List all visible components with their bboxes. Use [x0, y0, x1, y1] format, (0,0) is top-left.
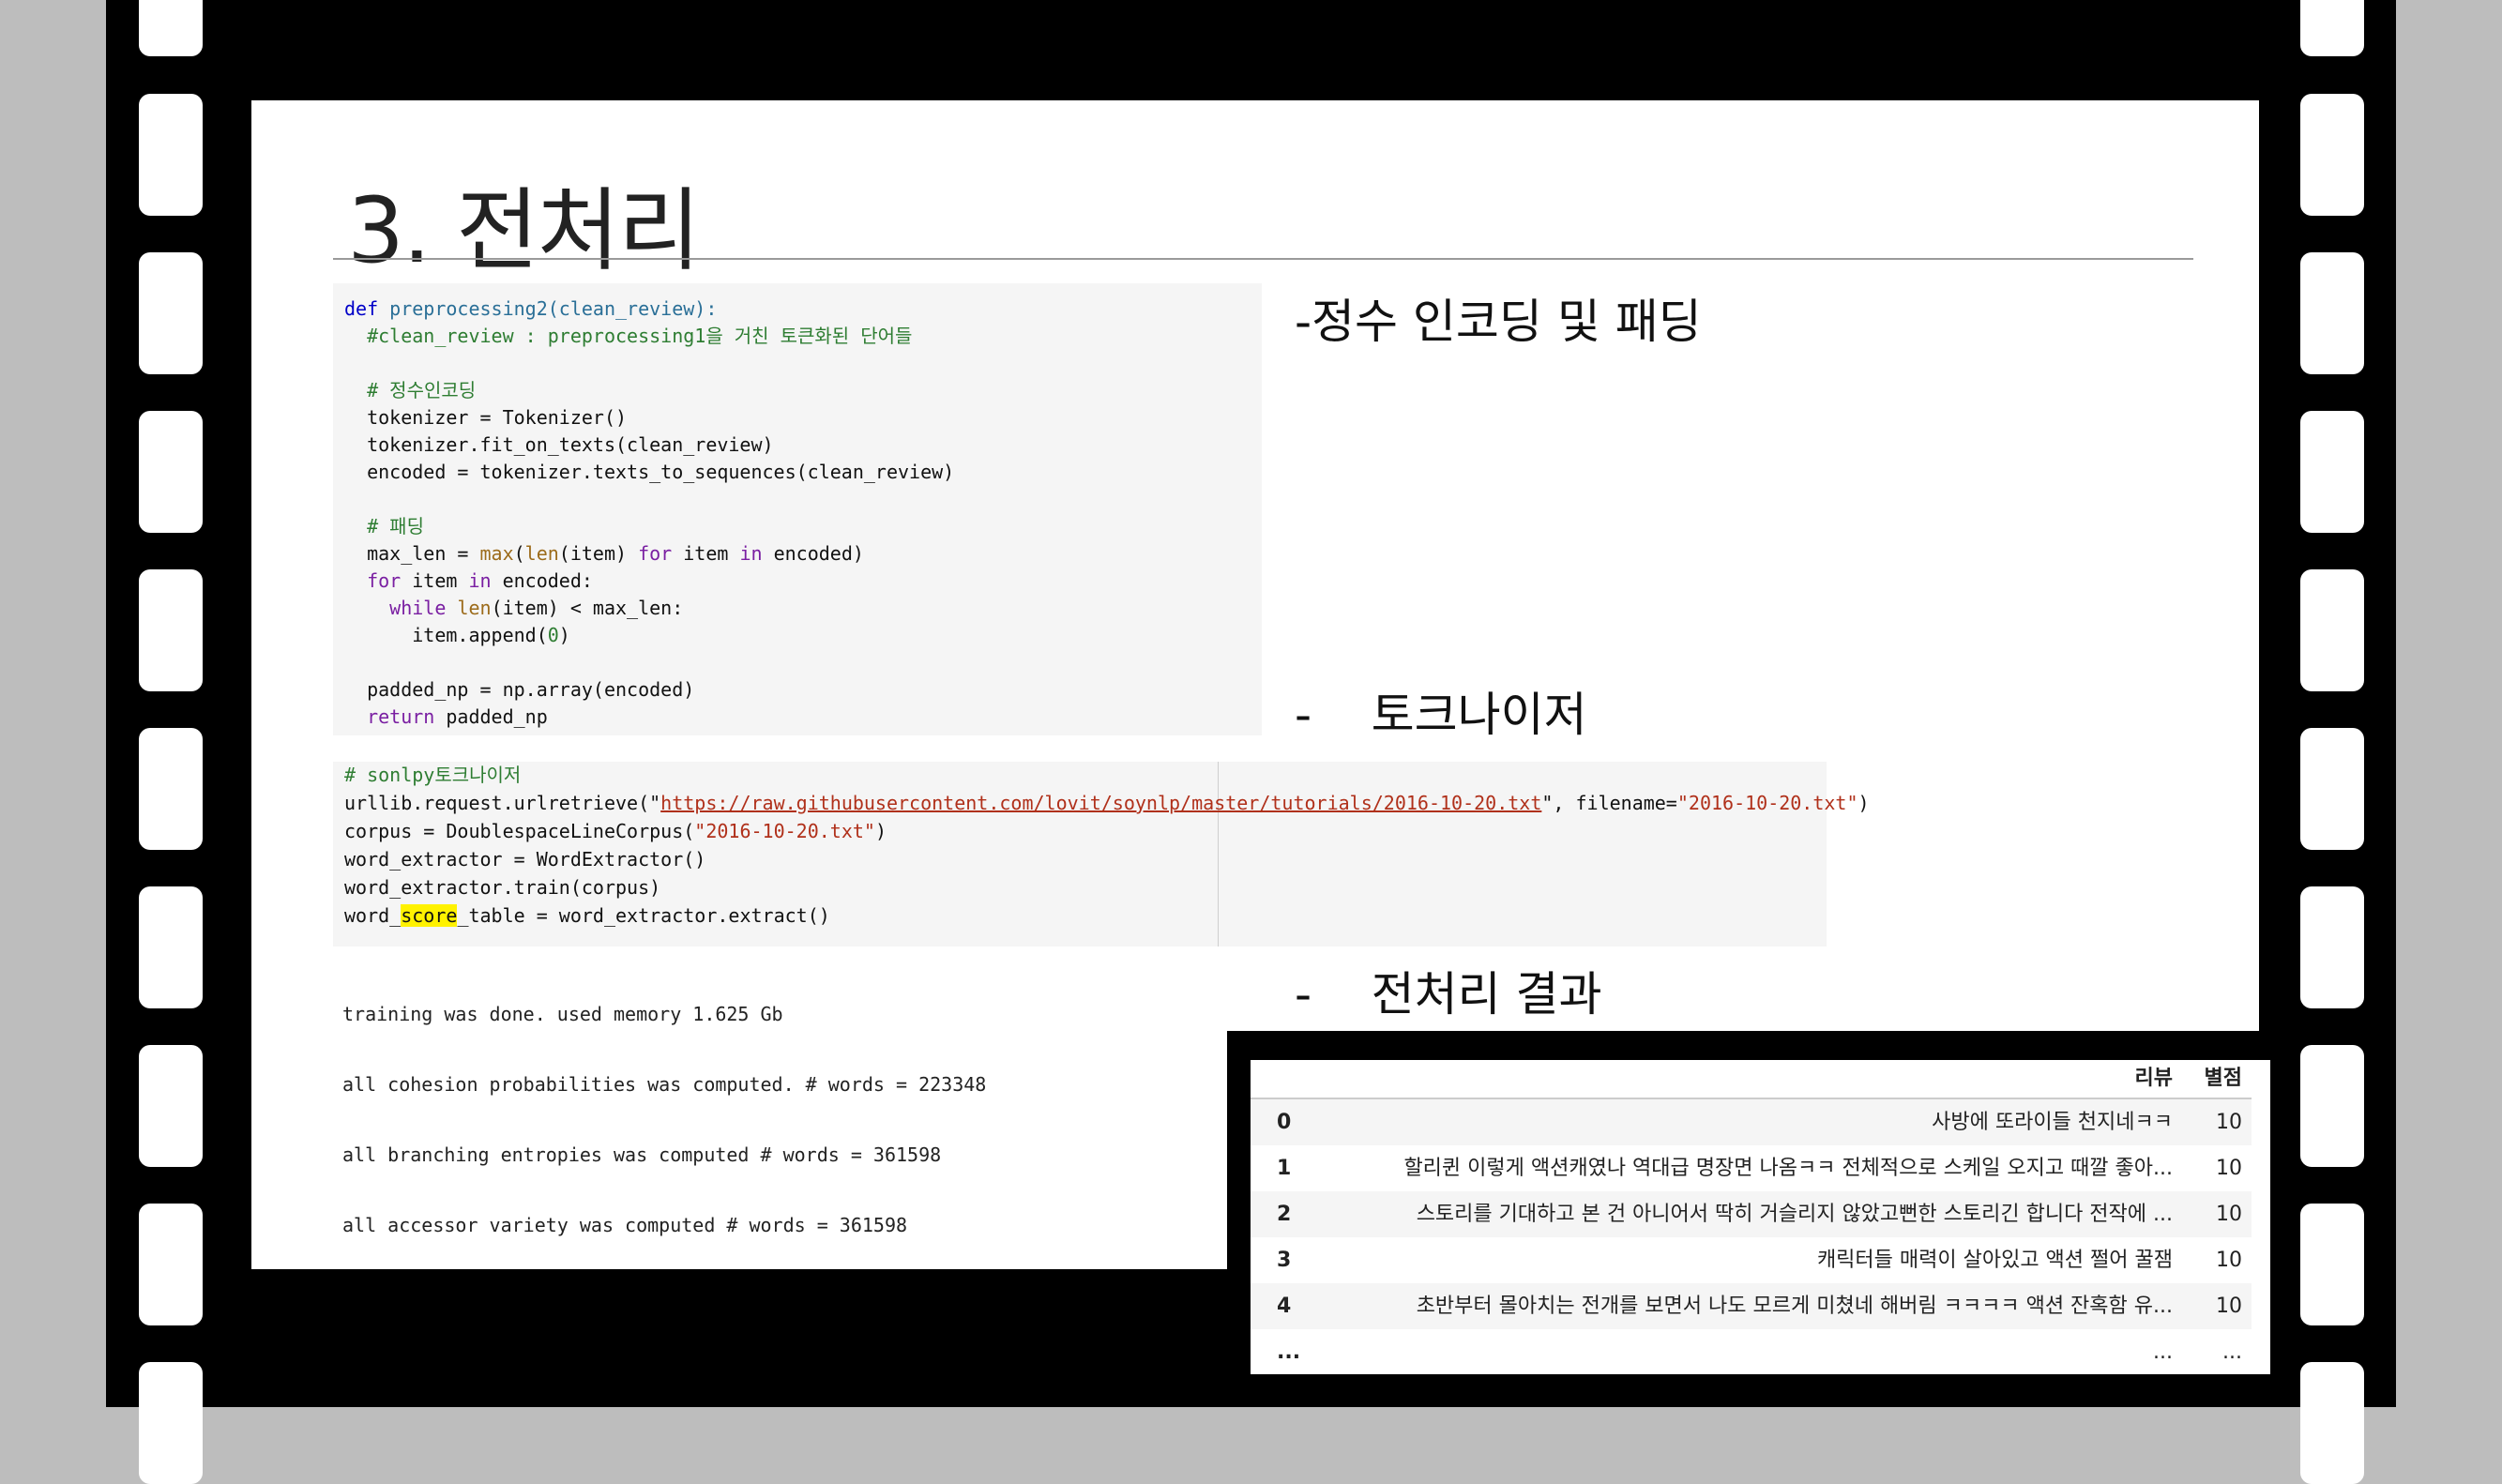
film-hole — [139, 411, 203, 533]
row-index: ... — [1277, 1340, 1301, 1364]
row-review: 스토리를 기대하고 본 건 아니어서 딱히 거슬리지 않았고뻔한 스토리긴 합니… — [1416, 1203, 2173, 1226]
search-highlight: score — [401, 904, 458, 927]
code-line: return padded_np — [367, 705, 548, 728]
code-line: tokenizer.fit_on_texts(clean_review) — [344, 433, 774, 456]
heading-integer-encoding: -정수 인코딩 및 패딩 — [1295, 295, 1702, 349]
row-index: 0 — [1277, 1111, 1292, 1134]
title-divider — [333, 258, 2193, 260]
row-review: 사방에 또라이들 천지네ㅋㅋ — [1932, 1111, 2173, 1134]
row-review: 할리퀸 이렇게 액션캐였나 역대급 명장면 나옴ㅋㅋ 전체적으로 스케일 오지고… — [1403, 1157, 2173, 1180]
code-line: word_score_table = word_extractor.extrac… — [344, 904, 830, 927]
code-line: corpus = DoublespaceLineCorpus("2016-10-… — [344, 820, 887, 842]
code-line: item.append(0) — [344, 624, 570, 646]
heading-result: - 전처리 결과 — [1295, 967, 1602, 1022]
film-hole — [139, 1362, 203, 1484]
output-line: training was done. used memory 1.625 Gb — [342, 1003, 783, 1025]
code-line: def preprocessing2(clean_review): — [344, 297, 718, 320]
table-row: 4 초반부터 몰아치는 전개를 보면서 나도 모르게 미쳤네 해버림 ㅋㅋㅋㅋ … — [1251, 1283, 2252, 1329]
row-index: 4 — [1277, 1295, 1292, 1318]
row-review: ... — [2153, 1340, 2173, 1364]
output-line: all branching entropies was computed # w… — [342, 1143, 942, 1166]
cell-output: training was done. used memory 1.625 Gb … — [342, 957, 986, 1261]
row-score: 10 — [2216, 1295, 2242, 1318]
output-line: all cohesion probabilities was computed.… — [342, 1073, 987, 1096]
row-index: 3 — [1277, 1249, 1292, 1272]
code-line: # 패딩 — [344, 515, 424, 538]
output-line: all accessor variety was computed # word… — [342, 1214, 908, 1236]
film-hole — [2300, 569, 2364, 691]
code-line: #clean_review : preprocessing1을 거친 토큰화된 … — [344, 325, 913, 347]
table-row: 2 스토리를 기대하고 본 건 아니어서 딱히 거슬리지 않았고뻔한 스토리긴 … — [1251, 1191, 2252, 1237]
column-header-score: 별점 — [2204, 1067, 2242, 1090]
film-hole — [139, 1045, 203, 1167]
row-index: 2 — [1277, 1203, 1292, 1226]
film-hole — [139, 0, 203, 56]
table-row: 1 할리퀸 이렇게 액션캐였나 역대급 명장면 나옴ㅋㅋ 전체적으로 스케일 오… — [1251, 1145, 2252, 1191]
film-hole — [2300, 252, 2364, 374]
film-hole — [139, 569, 203, 691]
heading-tokenizer: - 토크나이저 — [1295, 688, 1587, 742]
url-link[interactable]: https://raw.githubusercontent.com/lovit/… — [660, 792, 1541, 814]
film-hole — [2300, 0, 2364, 56]
code-line: word_extractor = WordExtractor() — [344, 848, 706, 871]
film-hole — [2300, 94, 2364, 216]
table-row: 0 사방에 또라이들 천지네ㅋㅋ 10 — [1251, 1099, 2252, 1145]
film-hole — [2300, 1204, 2364, 1325]
film-hole — [2300, 728, 2364, 850]
code-cell-preprocessing[interactable]: def preprocessing2(clean_review): #clean… — [333, 283, 1262, 735]
code-line: urllib.request.urlretrieve("https://raw.… — [344, 792, 1870, 814]
film-hole — [2300, 886, 2364, 1008]
row-review: 캐릭터들 매력이 살아있고 액션 쩔어 꿀잼 — [1816, 1249, 2173, 1272]
row-review: 초반부터 몰아치는 전개를 보면서 나도 모르게 미쳤네 해버림 ㅋㅋㅋㅋ 액션… — [1416, 1295, 2173, 1318]
code-line: max_len = max(len(item) for item in enco… — [344, 542, 864, 565]
code-line: while len(item) < max_len: — [389, 597, 684, 619]
film-hole — [139, 94, 203, 216]
result-dataframe: 리뷰 별점 0 사방에 또라이들 천지네ㅋㅋ 10 1 할리퀸 이렇게 액션캐였… — [1251, 1060, 2270, 1374]
row-score: 10 — [2216, 1111, 2242, 1134]
code-line: encoded = tokenizer.texts_to_sequences(c… — [344, 461, 955, 483]
table-row: 3 캐릭터들 매력이 살아있고 액션 쩔어 꿀잼 10 — [1251, 1237, 2252, 1283]
table-header: 리뷰 별점 — [1251, 1060, 2252, 1099]
film-hole — [2300, 1362, 2364, 1484]
code-line: tokenizer = Tokenizer() — [344, 406, 628, 429]
film-hole — [139, 252, 203, 374]
code-line: # sonlpy토크나이저 — [344, 764, 522, 786]
film-hole — [2300, 1045, 2364, 1167]
code-line: word_extractor.train(corpus) — [344, 876, 661, 899]
column-header-review: 리뷰 — [2134, 1067, 2173, 1090]
row-score: 10 — [2216, 1249, 2242, 1272]
code-cell-tokenizer[interactable]: # sonlpy토크나이저 urllib.request.urlretrieve… — [333, 762, 1870, 946]
row-score: ... — [2222, 1340, 2242, 1364]
film-hole — [139, 1204, 203, 1325]
film-hole — [139, 886, 203, 1008]
code-line: for item in encoded: — [367, 569, 593, 592]
row-score: 10 — [2216, 1157, 2242, 1180]
row-index: 1 — [1277, 1157, 1292, 1180]
code-line: # 정수인코딩 — [344, 379, 477, 401]
film-hole — [139, 728, 203, 850]
code-line: padded_np = np.array(encoded) — [344, 678, 695, 701]
film-hole — [2300, 411, 2364, 533]
slide-title: 3. 전처리 — [347, 178, 701, 283]
table-row: ... ... ... — [1251, 1329, 2252, 1375]
row-score: 10 — [2216, 1203, 2242, 1226]
